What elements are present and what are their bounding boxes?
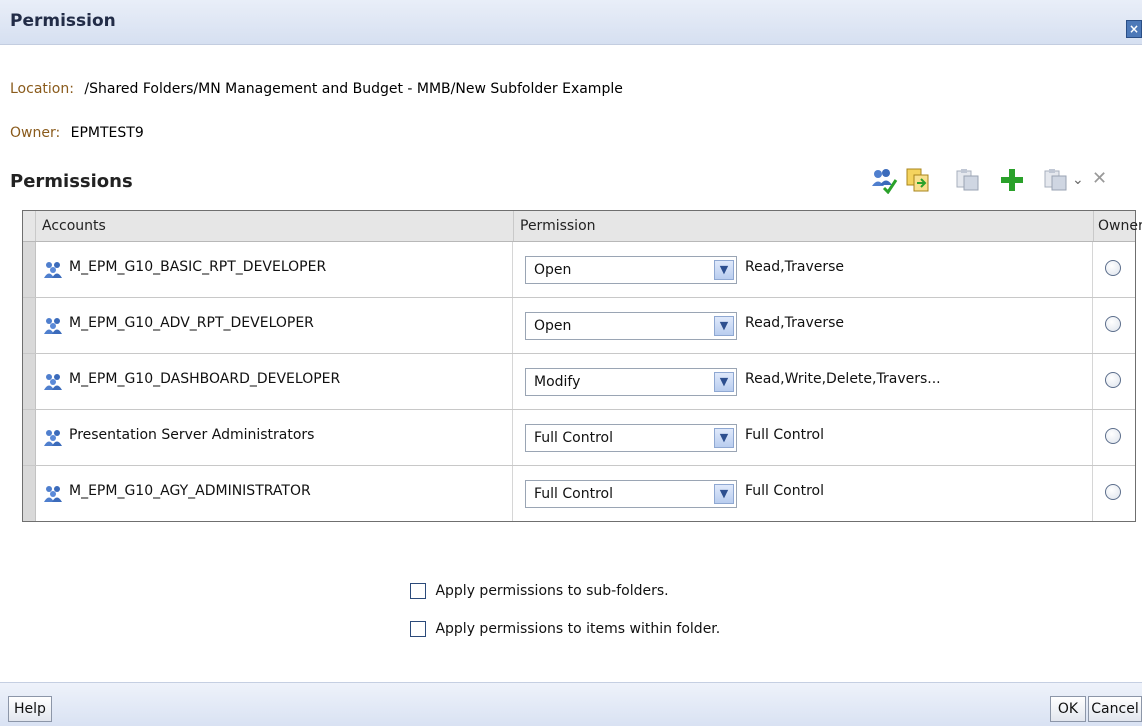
ok-button[interactable]: OK: [1050, 696, 1086, 722]
table-row[interactable]: M_EPM_G10_AGY_ADMINISTRATOR Full Control…: [23, 466, 1135, 522]
permission-cell: Full Control ▼ Full Control: [513, 466, 1093, 521]
account-cell: M_EPM_G10_AGY_ADMINISTRATOR: [35, 466, 513, 521]
account-cell: M_EPM_G10_ADV_RPT_DEVELOPER: [35, 298, 513, 353]
account-cell: M_EPM_G10_DASHBOARD_DEVELOPER: [35, 354, 513, 409]
group-icon: [44, 262, 62, 278]
users-search-icon[interactable]: [870, 166, 898, 194]
owner-cell: [1093, 466, 1135, 521]
owner-radio[interactable]: [1105, 316, 1121, 332]
permission-description: Full Control: [745, 427, 824, 443]
permission-select-value: Open: [534, 262, 572, 278]
copy-permissions-icon[interactable]: [904, 166, 930, 194]
account-name: M_EPM_G10_BASIC_RPT_DEVELOPER: [69, 259, 327, 275]
group-icon: [44, 430, 62, 446]
dialog-title: Permission: [10, 11, 116, 31]
permission-description: Read,Write,Delete,Travers...: [745, 371, 941, 387]
owner-cell: [1093, 354, 1135, 409]
location-label: Location:: [10, 81, 74, 97]
paste-icon[interactable]: [954, 166, 980, 194]
permission-description: Read,Traverse: [745, 315, 845, 331]
apply-subfolders-option[interactable]: Apply permissions to sub-folders.: [410, 583, 669, 599]
owner-cell: [1093, 410, 1135, 465]
permission-select-value: Open: [534, 318, 572, 334]
group-icon: [44, 486, 62, 502]
permission-cell: Full Control ▼ Full Control: [513, 410, 1093, 465]
chevron-down-icon[interactable]: ▼: [714, 428, 734, 448]
owner-radio[interactable]: [1105, 428, 1121, 444]
chevron-down-icon[interactable]: ⌄: [1072, 172, 1086, 200]
permissions-section-title: Permissions: [10, 171, 133, 192]
owner-column-header[interactable]: Owner: [1093, 211, 1142, 241]
permission-select[interactable]: Open ▼: [525, 312, 737, 340]
apply-items-option[interactable]: Apply permissions to items within folder…: [410, 621, 720, 637]
table-row[interactable]: M_EPM_G10_ADV_RPT_DEVELOPER Open ▼ Read,…: [23, 298, 1135, 354]
owner-label: Owner:: [10, 125, 61, 141]
permission-description: Read,Traverse: [745, 259, 845, 275]
delete-icon[interactable]: ✕: [1092, 168, 1118, 196]
chevron-down-icon[interactable]: ▼: [714, 260, 734, 280]
cancel-button[interactable]: Cancel: [1088, 696, 1142, 722]
chevron-down-icon[interactable]: ▼: [714, 484, 734, 504]
permission-column-header[interactable]: Permission: [513, 211, 1093, 241]
permission-description: Full Control: [745, 483, 824, 499]
account-name: M_EPM_G10_AGY_ADMINISTRATOR: [69, 483, 311, 499]
permission-select-value: Full Control: [534, 486, 613, 502]
group-icon: [44, 318, 62, 334]
table-row[interactable]: M_EPM_G10_DASHBOARD_DEVELOPER Modify ▼ R…: [23, 354, 1135, 410]
owner-value: EPMTEST9: [70, 125, 144, 141]
owner-row: Owner: EPMTEST9: [10, 125, 144, 141]
owner-cell: [1093, 242, 1135, 297]
paste-menu-icon[interactable]: [1042, 166, 1068, 194]
apply-subfolders-checkbox[interactable]: [410, 583, 426, 599]
chevron-down-icon[interactable]: ▼: [714, 372, 734, 392]
help-button[interactable]: Help: [8, 696, 52, 722]
owner-radio[interactable]: [1105, 372, 1121, 388]
chevron-down-icon[interactable]: ▼: [714, 316, 734, 336]
owner-cell: [1093, 298, 1135, 353]
account-name: M_EPM_G10_DASHBOARD_DEVELOPER: [69, 371, 341, 387]
permission-cell: Open ▼ Read,Traverse: [513, 298, 1093, 353]
table-row[interactable]: Presentation Server Administrators Full …: [23, 410, 1135, 466]
account-name: M_EPM_G10_ADV_RPT_DEVELOPER: [69, 315, 314, 331]
permission-select[interactable]: Open ▼: [525, 256, 737, 284]
location-row: Location: /Shared Folders/MN Management …: [10, 81, 623, 97]
permission-cell: Modify ▼ Read,Write,Delete,Travers...: [513, 354, 1093, 409]
apply-subfolders-label: Apply permissions to sub-folders.: [435, 583, 669, 599]
table-row[interactable]: M_EPM_G10_BASIC_RPT_DEVELOPER Open ▼ Rea…: [23, 242, 1135, 298]
permission-select[interactable]: Full Control ▼: [525, 480, 737, 508]
permission-cell: Open ▼ Read,Traverse: [513, 242, 1093, 297]
close-icon[interactable]: ×: [1126, 20, 1142, 38]
dialog-footer: Help OK Cancel: [0, 682, 1142, 726]
permission-select-value: Full Control: [534, 430, 613, 446]
table-header: Accounts Permission Owner: [23, 211, 1142, 242]
apply-items-checkbox[interactable]: [410, 621, 426, 637]
accounts-column-header[interactable]: Accounts: [35, 211, 513, 241]
permission-select-value: Modify: [534, 374, 581, 390]
account-cell: M_EPM_G10_BASIC_RPT_DEVELOPER: [35, 242, 513, 297]
dialog-titlebar: Permission ×: [0, 0, 1142, 45]
owner-radio[interactable]: [1105, 260, 1121, 276]
group-icon: [44, 374, 62, 390]
apply-items-label: Apply permissions to items within folder…: [435, 621, 721, 637]
add-icon[interactable]: [998, 166, 1024, 194]
account-name: Presentation Server Administrators: [69, 427, 315, 443]
account-cell: Presentation Server Administrators: [35, 410, 513, 465]
owner-radio[interactable]: [1105, 484, 1121, 500]
location-value: /Shared Folders/MN Management and Budget…: [84, 81, 623, 97]
permission-select[interactable]: Full Control ▼: [525, 424, 737, 452]
permissions-table: Accounts Permission Owner M_EPM_G10_BASI…: [22, 210, 1142, 522]
permission-select[interactable]: Modify ▼: [525, 368, 737, 396]
